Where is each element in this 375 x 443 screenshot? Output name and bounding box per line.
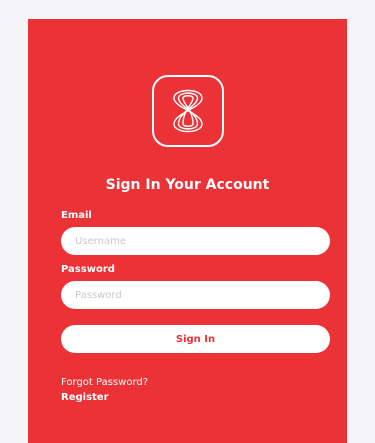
- page: Sign In Your Account Email Password Sign…: [0, 0, 375, 443]
- forgot-password-link[interactable]: Forgot Password?: [61, 377, 148, 388]
- email-label: Email: [61, 210, 92, 221]
- page-title: Sign In Your Account: [105, 177, 270, 193]
- email-field[interactable]: [61, 227, 330, 255]
- signin-card: Sign In Your Account Email Password Sign…: [28, 19, 347, 443]
- password-field[interactable]: [61, 281, 330, 309]
- register-link[interactable]: Register: [61, 392, 109, 403]
- s-monogram-logo-icon: [173, 89, 203, 133]
- logo: [152, 75, 224, 147]
- password-label: Password: [61, 264, 115, 275]
- signin-button[interactable]: Sign In: [61, 325, 330, 353]
